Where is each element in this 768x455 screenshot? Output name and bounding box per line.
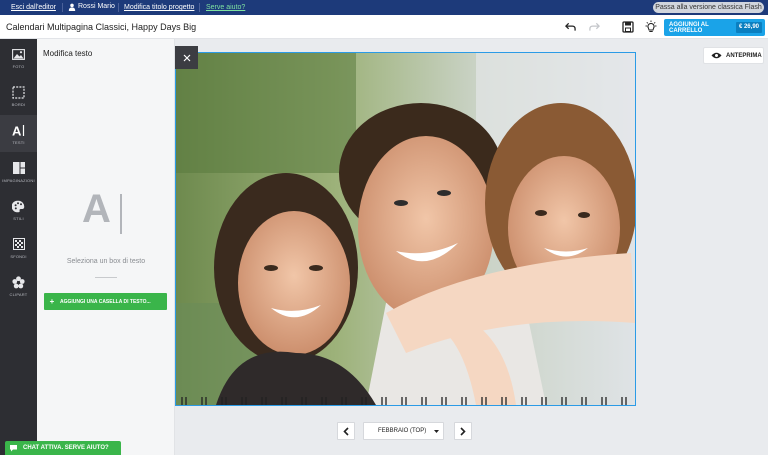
- text-cursor-glyph: [120, 194, 122, 234]
- flash-version-button[interactable]: Passa alla versione classica Flash: [653, 2, 764, 13]
- preview-label: ANTEPRIMA: [726, 52, 762, 59]
- user-icon: [68, 3, 76, 11]
- topbar-divider: [118, 3, 119, 12]
- eye-icon: [711, 52, 722, 59]
- project-title: Calendari Multipagina Classici, Happy Da…: [6, 22, 197, 32]
- rail-label: TESTI: [12, 140, 25, 145]
- topbar-divider: [62, 3, 63, 12]
- rail-label: CLIPART: [9, 292, 28, 297]
- rail-label: FOTO: [12, 64, 25, 69]
- add-to-cart-button[interactable]: AGGIUNGI AL CARRELLO € 26,90: [664, 19, 765, 36]
- chevron-down-icon: [434, 430, 439, 433]
- family-photo: [176, 53, 635, 405]
- chat-bubble-icon: [10, 445, 17, 452]
- rail-item-sfondi[interactable]: SFONDI: [0, 229, 37, 266]
- add-text-box-button[interactable]: + AGGIUNGI UNA CASELLA DI TESTO...: [44, 293, 167, 310]
- prev-page-button[interactable]: [337, 422, 355, 440]
- topbar-divider: [199, 3, 200, 12]
- palette-icon: [12, 199, 26, 213]
- chat-button[interactable]: CHAT ATTIVA. SERVE AIUTO?: [5, 441, 121, 455]
- rail-label: IMPAGINAZIONI: [2, 178, 35, 183]
- photo-icon: [12, 47, 26, 61]
- preview-button[interactable]: ANTEPRIMA: [703, 47, 764, 64]
- undo-icon[interactable]: [562, 19, 578, 35]
- rail-item-bordi[interactable]: BORDI: [0, 77, 37, 114]
- rail-item-clipart[interactable]: CLIPART: [0, 267, 37, 304]
- close-panel-button[interactable]: [175, 46, 198, 69]
- rail-label: SFONDI: [10, 254, 27, 259]
- title-bar: Calendari Multipagina Classici, Happy Da…: [0, 15, 768, 39]
- calendar-photo[interactable]: [175, 52, 636, 406]
- chat-label: CHAT ATTIVA. SERVE AIUTO?: [23, 445, 109, 451]
- text-panel: Modifica testo A Seleziona un box di tes…: [37, 39, 175, 455]
- text-icon: A: [12, 123, 26, 137]
- exit-editor-link[interactable]: Esci dall'editor: [11, 3, 56, 12]
- clipart-icon: [12, 275, 26, 289]
- month-select-value: FEBBRAIO (TOP): [378, 428, 427, 434]
- price-badge: € 26,90: [735, 22, 762, 33]
- lightbulb-icon[interactable]: [643, 19, 659, 35]
- month-select[interactable]: FEBBRAIO (TOP): [363, 422, 444, 440]
- text-placeholder-icon: A: [82, 187, 111, 231]
- rail-item-testi[interactable]: A TESTI: [0, 115, 37, 152]
- chevron-left-icon: [343, 426, 349, 436]
- user-name: Rossi Mario: [78, 3, 115, 10]
- add-text-box-label: AGGIUNGI UNA CASELLA DI TESTO...: [60, 298, 151, 305]
- tool-rail: FOTO BORDI A TESTI IMPAGINAZIONI STILI S…: [0, 39, 37, 455]
- user-menu[interactable]: Rossi Mario: [68, 2, 115, 12]
- top-bar: Esci dall'editor Rossi Mario Modifica ti…: [0, 0, 768, 15]
- redo-icon[interactable]: [586, 19, 602, 35]
- next-page-button[interactable]: [454, 422, 472, 440]
- save-icon[interactable]: [620, 19, 636, 35]
- close-icon: [183, 54, 190, 61]
- svg-text:A: A: [12, 124, 22, 137]
- rail-item-impaginazioni[interactable]: IMPAGINAZIONI: [0, 153, 37, 190]
- rail-item-stili[interactable]: STILI: [0, 191, 37, 228]
- add-to-cart-label: AGGIUNGI AL CARRELLO: [669, 21, 709, 34]
- panel-divider: [95, 277, 117, 278]
- layout-icon: [12, 161, 26, 175]
- help-link[interactable]: Serve aiuto?: [206, 3, 245, 12]
- background-icon: [12, 237, 26, 251]
- rail-label: BORDI: [11, 102, 26, 107]
- rail-item-foto[interactable]: FOTO: [0, 39, 37, 76]
- rail-label: STILI: [13, 216, 24, 221]
- border-icon: [12, 85, 26, 99]
- chevron-right-icon: [460, 426, 466, 436]
- edit-title-link[interactable]: Modifica titolo progetto: [124, 3, 194, 12]
- select-text-box-hint: Seleziona un box di testo: [66, 258, 146, 265]
- plus-icon: +: [49, 297, 55, 306]
- panel-title: Modifica testo: [43, 49, 93, 58]
